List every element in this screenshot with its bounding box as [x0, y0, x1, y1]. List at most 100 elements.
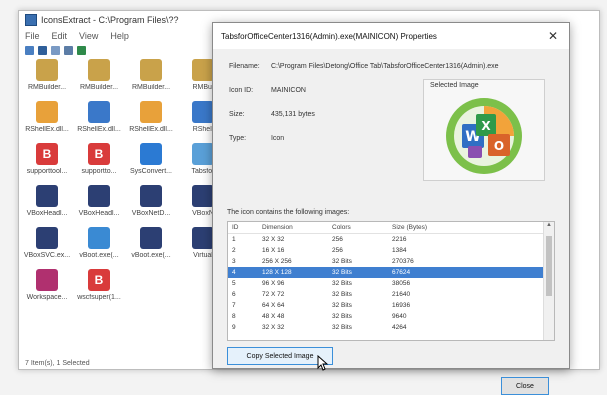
- copy-icon[interactable]: [51, 45, 60, 55]
- app-icon: [25, 14, 37, 26]
- virtualbox-icon: [140, 227, 162, 249]
- file-item[interactable]: VBoxHeadl...: [75, 185, 123, 217]
- row-dimension: 32 X 32: [262, 236, 285, 243]
- row-dimension: 96 X 96: [262, 280, 285, 287]
- scroll-thumb[interactable]: [546, 236, 552, 296]
- row-dimension: 48 X 48: [262, 313, 285, 320]
- file-item-label: wscfsuper(1...: [77, 294, 121, 301]
- virtualbox-icon: [36, 185, 58, 207]
- row-dimension: 128 X 128: [262, 269, 292, 276]
- file-item[interactable]: vBoot.exe(...: [75, 227, 123, 259]
- file-item[interactable]: vBoot.exe(...: [127, 227, 175, 259]
- table-scrollbar[interactable]: ▲: [543, 222, 554, 340]
- header-size[interactable]: Size (Bytes): [392, 224, 492, 231]
- row-colors: 256: [332, 247, 343, 254]
- file-item[interactable]: SysConvert...: [127, 143, 175, 175]
- size-row: Size: 435,131 bytes: [229, 111, 315, 118]
- file-item[interactable]: RMBuilder...: [23, 59, 71, 91]
- menu-edit[interactable]: Edit: [52, 31, 68, 41]
- file-item-label: VBoxNetD...: [131, 210, 171, 217]
- file-item[interactable]: Bsupportto...: [75, 143, 123, 175]
- file-item[interactable]: Workspace...: [23, 269, 71, 301]
- file-item[interactable]: RMBuilder...: [75, 59, 123, 91]
- shell-ext-icon: [140, 101, 162, 123]
- close-icon[interactable]: ✕: [545, 29, 561, 43]
- row-id: 9: [232, 324, 236, 331]
- menu-view[interactable]: View: [79, 31, 98, 41]
- virtualbox-icon: [192, 185, 214, 207]
- table-row[interactable]: 7 64 X 64 32 Bits 16936: [228, 300, 554, 311]
- row-size: 4264: [392, 324, 407, 331]
- save-icon[interactable]: [38, 45, 47, 55]
- type-value: Icon: [270, 135, 285, 142]
- selected-image-preview: Selected Image W X O: [423, 79, 545, 181]
- b-app-icon: B: [88, 269, 110, 291]
- file-item[interactable]: Bwscfsuper(1...: [75, 269, 123, 301]
- row-size: 67624: [392, 269, 411, 276]
- table-row[interactable]: 4 128 X 128 32 Bits 67624: [228, 267, 554, 278]
- file-item[interactable]: VBoxSVC.ex...: [23, 227, 71, 259]
- row-colors: 32 Bits: [332, 258, 352, 265]
- images-table[interactable]: ID Dimension Colors Size (Bytes) 1 32 X 3…: [227, 221, 555, 341]
- scroll-up-icon[interactable]: ▲: [544, 222, 554, 232]
- row-dimension: 256 X 256: [262, 258, 292, 265]
- row-colors: 32 Bits: [332, 302, 352, 309]
- table-row[interactable]: 8 48 X 48 32 Bits 9640: [228, 311, 554, 322]
- menu-file[interactable]: File: [25, 31, 40, 41]
- virtualbox-icon: [36, 227, 58, 249]
- row-size: 21640: [392, 291, 411, 298]
- properties-dialog: TabsforOfficeCenter1316(Admin).exe(MAINI…: [212, 22, 570, 395]
- file-item-label: RMBuilder...: [27, 84, 67, 91]
- row-id: 8: [232, 313, 236, 320]
- file-item-label: RShellEx.dll...: [25, 126, 69, 133]
- row-colors: 32 Bits: [332, 313, 352, 320]
- header-id[interactable]: ID: [228, 224, 262, 231]
- file-item-label: Workspace...: [26, 294, 68, 301]
- table-header: ID Dimension Colors Size (Bytes): [228, 222, 554, 234]
- table-row[interactable]: 2 16 X 16 256 1384: [228, 245, 554, 256]
- file-item[interactable]: RShellEx.dll...: [75, 101, 123, 133]
- close-button[interactable]: Close: [501, 377, 549, 395]
- header-dimension[interactable]: Dimension: [262, 224, 332, 231]
- rmbuilder-icon: [140, 59, 162, 81]
- row-size: 270376: [392, 258, 414, 265]
- table-row[interactable]: 5 96 X 96 32 Bits 38056: [228, 278, 554, 289]
- file-item[interactable]: Bsupporttool...: [23, 143, 71, 175]
- size-label: Size:: [229, 111, 245, 118]
- table-row[interactable]: 9 32 X 32 32 Bits 4264: [228, 322, 554, 333]
- virtualbox-icon: [140, 185, 162, 207]
- properties-icon[interactable]: [64, 45, 73, 55]
- table-row[interactable]: 6 72 X 72 32 Bits 21640: [228, 289, 554, 300]
- table-row[interactable]: 1 32 X 32 256 2216: [228, 234, 554, 245]
- rmbuilder-icon: [192, 59, 214, 81]
- svg-text:O: O: [494, 139, 504, 153]
- row-colors: 32 Bits: [332, 291, 352, 298]
- file-item[interactable]: VBoxNetD...: [127, 185, 175, 217]
- shell-ext-icon: [192, 101, 214, 123]
- office-tab-logo-icon: W X O: [446, 98, 522, 174]
- file-item[interactable]: VBoxHeadl...: [23, 185, 71, 217]
- file-item[interactable]: RShellEx.dll...: [127, 101, 175, 133]
- row-size: 9640: [392, 313, 407, 320]
- row-dimension: 64 X 64: [262, 302, 285, 309]
- file-item-label: RMBuilder...: [131, 84, 171, 91]
- table-row[interactable]: 3 256 X 256 32 Bits 270376: [228, 256, 554, 267]
- rmbuilder-icon: [88, 59, 110, 81]
- selected-image-caption: Selected Image: [430, 82, 479, 89]
- icon-grid: RMBuilder... RMBuilder... RMBuilder... RMBu…: [19, 59, 233, 301]
- user-icon[interactable]: [77, 45, 86, 55]
- header-colors[interactable]: Colors: [332, 224, 392, 231]
- row-id: 6: [232, 291, 236, 298]
- row-id: 5: [232, 280, 236, 287]
- file-item-label: supportto...: [81, 168, 117, 175]
- row-id: 7: [232, 302, 236, 309]
- file-item[interactable]: RMBuilder...: [127, 59, 175, 91]
- file-item[interactable]: RShellEx.dll...: [23, 101, 71, 133]
- search-icon[interactable]: [25, 45, 34, 55]
- file-item-label: vBoot.exe(...: [79, 252, 119, 259]
- menu-help[interactable]: Help: [110, 31, 129, 41]
- row-colors: 32 Bits: [332, 280, 352, 287]
- shell-ext-icon: [36, 101, 58, 123]
- file-item-label: supporttool...: [26, 168, 68, 175]
- row-colors: 256: [332, 236, 343, 243]
